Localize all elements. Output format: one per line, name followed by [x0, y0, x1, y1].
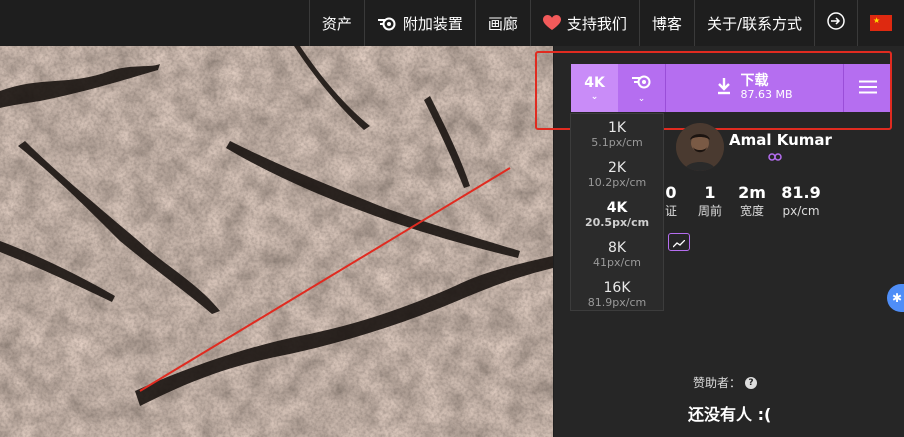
resolution-option-1k[interactable]: 1K 5.1px/cm	[571, 114, 663, 154]
resolution-density: 81.9px/cm	[587, 295, 647, 309]
nav-language[interactable]: ★	[857, 0, 904, 46]
trend-chart-button[interactable]	[668, 233, 690, 251]
resolution-select-button[interactable]: 4K ⌄	[571, 64, 618, 112]
sponsors-label: 赞助者：	[693, 376, 742, 390]
nav-assets[interactable]: 资产	[308, 0, 364, 46]
resolution-label: 4K	[606, 199, 628, 216]
chevron-down-icon: ⌄	[637, 94, 646, 104]
resolution-density: 10.2px/cm	[587, 175, 647, 189]
format-select-button[interactable]: ⌄	[618, 64, 665, 112]
help-icon[interactable]: ?	[745, 376, 758, 389]
download-options-button[interactable]	[843, 64, 892, 112]
hamburger-menu-icon	[859, 79, 877, 98]
nav-addon-label: 附加装置	[402, 14, 463, 33]
download-label: 下载	[740, 73, 769, 89]
download-size: 87.63 MB	[740, 88, 793, 101]
sponsors-empty-text: 还没有人 :(	[688, 405, 772, 424]
download-bar: 4K ⌄ ⌄ 下载 87.63 MB	[571, 64, 892, 112]
texture-preview-image	[0, 46, 553, 437]
resolution-label: 8K	[607, 239, 627, 256]
resolution-value: 4K	[584, 75, 605, 91]
resolution-dropdown: 1K 5.1px/cm 2K 10.2px/cm 4K 20.5px/cm 8K…	[570, 113, 664, 311]
translate-icon: ✱	[891, 291, 903, 305]
nav-support-label: 支持我们	[566, 14, 627, 33]
author-name[interactable]: Amal Kumar	[729, 131, 832, 149]
heart-icon	[542, 15, 561, 31]
resolution-density: 41px/cm	[593, 255, 641, 269]
resolution-option-2k[interactable]: 2K 10.2px/cm	[571, 154, 663, 194]
nav-support[interactable]: 支持我们	[529, 0, 639, 46]
stat-label: px/cm	[782, 204, 820, 218]
top-navigation: 资产 附加装置 画廊 支持我们 博客 关于/联系方式 ★	[0, 0, 904, 46]
nav-gallery-label: 画廊	[487, 14, 518, 33]
stat-value: 1	[704, 183, 716, 202]
resolution-option-8k[interactable]: 8K 41px/cm	[571, 234, 663, 274]
resolution-label: 1K	[607, 119, 627, 136]
nav-login[interactable]	[814, 0, 857, 46]
nav-about-label: 关于/联系方式	[706, 14, 802, 33]
blender-icon	[377, 15, 397, 31]
nav-gallery[interactable]: 画廊	[474, 0, 530, 46]
resolution-label: 2K	[607, 159, 627, 176]
resolution-label: 16K	[603, 279, 631, 296]
download-icon	[716, 77, 732, 99]
nav-blog[interactable]: 博客	[638, 0, 694, 46]
blender-icon	[631, 73, 653, 93]
stat-1: 1 周前	[694, 183, 726, 219]
stat-value: 81.9	[781, 183, 821, 202]
resolution-option-16k[interactable]: 16K 81.9px/cm	[571, 274, 663, 314]
sponsors-heading: 赞助者： ?	[693, 374, 758, 391]
nav-about[interactable]: 关于/联系方式	[693, 0, 814, 46]
nav-assets-label: 资产	[321, 14, 352, 33]
stat-label: 周前	[697, 204, 722, 218]
stat-3: 81.9 px/cm	[778, 183, 824, 219]
trend-chart-icon	[672, 233, 686, 252]
stat-label: 宽度	[739, 204, 764, 218]
china-flag-icon: ★	[870, 15, 892, 31]
resolution-option-4k[interactable]: 4K 20.5px/cm	[571, 194, 663, 234]
chevron-down-icon: ⌄	[590, 92, 599, 102]
link-icon[interactable]	[768, 151, 782, 165]
stat-value: 2m	[738, 183, 766, 202]
author-avatar[interactable]	[676, 123, 724, 171]
nav-blog-label: 博客	[651, 14, 682, 33]
download-button[interactable]: 下载 87.63 MB	[665, 64, 843, 112]
resolution-density: 20.5px/cm	[584, 215, 650, 229]
nav-menu: 资产 附加装置 画廊 支持我们 博客 关于/联系方式 ★	[308, 0, 904, 46]
nav-addon[interactable]: 附加装置	[363, 0, 475, 46]
stat-2: 2m 宽度	[736, 183, 768, 219]
resolution-density: 5.1px/cm	[591, 135, 643, 149]
login-icon	[827, 12, 845, 34]
